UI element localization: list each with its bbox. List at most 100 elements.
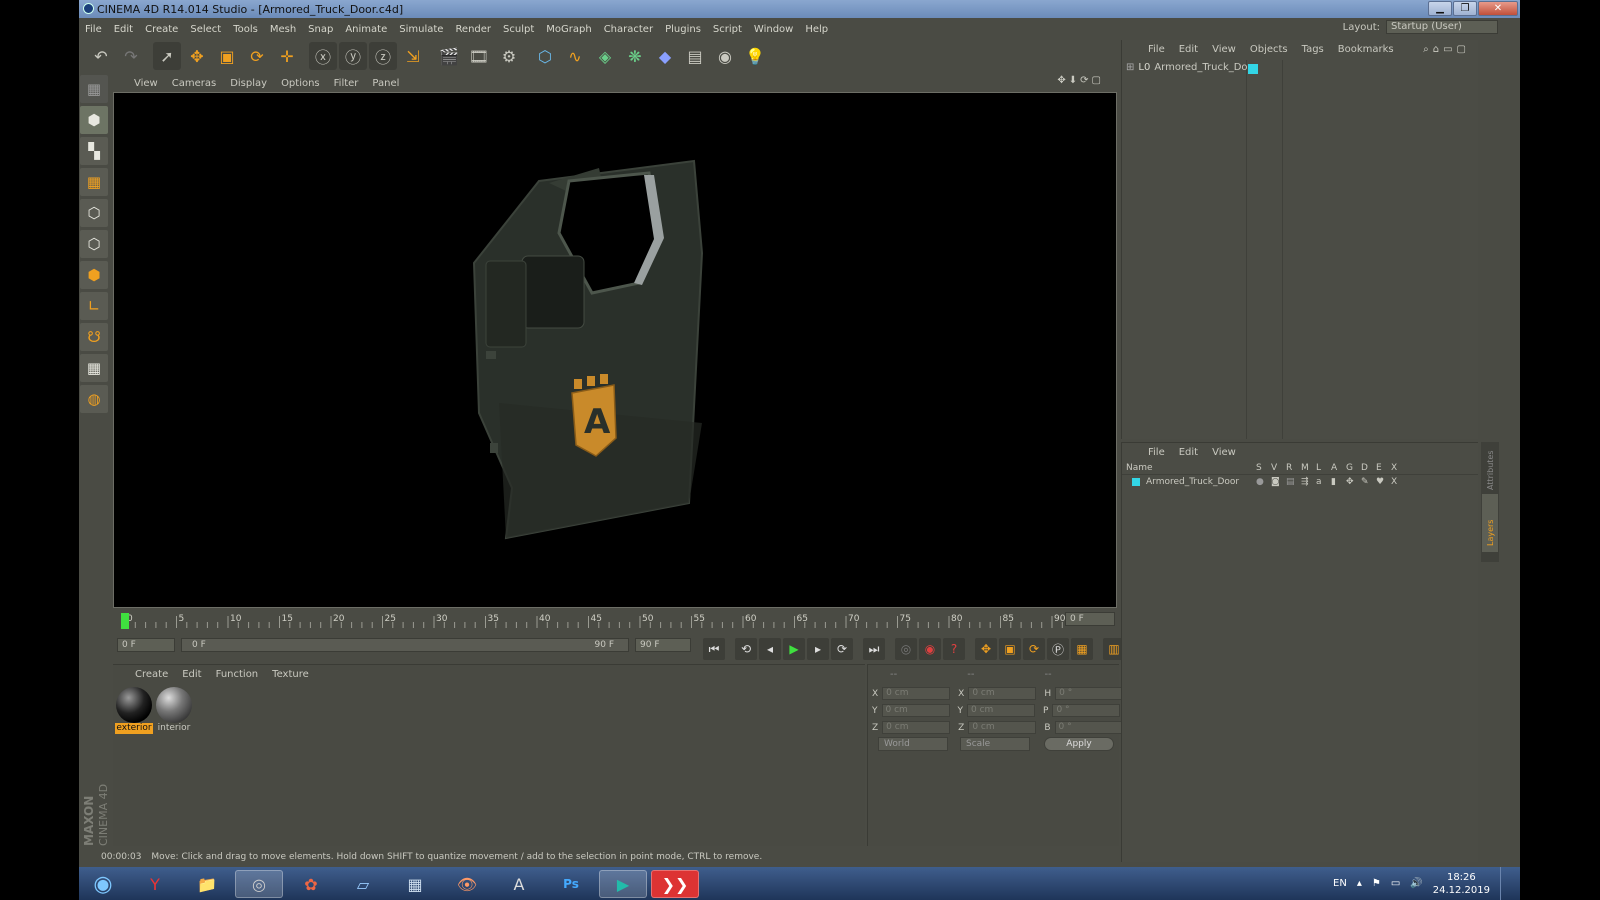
menu-help[interactable]: Help <box>805 24 828 35</box>
menu-character[interactable]: Character <box>604 24 653 35</box>
yandex-browser-icon[interactable]: Y <box>131 870 179 898</box>
material-exterior[interactable]: exterior <box>115 687 153 735</box>
current-frame-field[interactable]: 0 F <box>1065 612 1115 626</box>
points-mode-icon[interactable]: ⬡ <box>80 199 108 227</box>
floor-icon[interactable]: ▤ <box>681 42 709 70</box>
viewport-menu-cameras[interactable]: Cameras <box>172 78 216 89</box>
position-y-field[interactable]: 0 cm <box>881 704 950 717</box>
media-app-icon[interactable]: ▶ <box>599 870 647 898</box>
play-icon[interactable]: ▶ <box>783 638 805 660</box>
render-settings-icon[interactable]: ⚙ <box>495 42 523 70</box>
size-x-field[interactable]: 0 cm <box>968 687 1037 700</box>
menu-script[interactable]: Script <box>713 24 742 35</box>
notes-app-icon[interactable]: ▱ <box>339 870 387 898</box>
animation-toggle-icon[interactable]: ▮ <box>1331 477 1346 487</box>
xref-toggle-icon[interactable]: X <box>1391 477 1406 487</box>
previous-frame-icon[interactable]: ◂ <box>759 638 781 660</box>
viewport-menu-options[interactable]: Options <box>281 78 320 89</box>
coordinate-system-icon[interactable]: ⇲ <box>399 42 427 70</box>
end-frame-field[interactable]: 90 F <box>635 638 691 652</box>
next-key-icon[interactable]: ⟳ <box>831 638 853 660</box>
record-scale-icon[interactable]: ▣ <box>999 638 1021 660</box>
network-icon[interactable]: ▭ <box>1391 878 1400 889</box>
size-y-field[interactable]: 0 cm <box>967 704 1035 717</box>
spline-pen-icon[interactable]: ∿ <box>561 42 589 70</box>
record-rotation-icon[interactable]: ⟳ <box>1023 638 1045 660</box>
record-parameter-icon[interactable]: Ⓟ <box>1047 638 1069 660</box>
edges-mode-icon[interactable]: ⬡ <box>80 230 108 258</box>
search-icon[interactable]: ⌕⌂▭▢ <box>1423 44 1470 55</box>
go-to-end-icon[interactable]: ⏭ <box>863 638 885 660</box>
layers-menu-edit[interactable]: Edit <box>1179 447 1198 458</box>
texture-mode-icon[interactable]: ▚ <box>80 137 108 165</box>
z-axis-lock-icon[interactable]: ⓩ <box>369 42 397 70</box>
layout-dropdown[interactable]: Startup (User) <box>1386 20 1498 34</box>
render-view-icon[interactable]: 🎬 <box>435 42 463 70</box>
move-tool-icon[interactable]: ✥ <box>183 42 211 70</box>
layer-color-swatch[interactable] <box>1248 64 1258 74</box>
record-point-level-icon[interactable]: ▦ <box>1071 638 1093 660</box>
menu-sculpt[interactable]: Sculpt <box>503 24 534 35</box>
render-toggle-icon[interactable]: ▤ <box>1286 477 1301 487</box>
anydesk-icon[interactable]: ❯❯ <box>651 870 699 898</box>
next-frame-icon[interactable]: ▸ <box>807 638 829 660</box>
y-axis-lock-icon[interactable]: ⓨ <box>339 42 367 70</box>
menu-snap[interactable]: Snap <box>308 24 333 35</box>
keyframe-selection-icon[interactable]: ? <box>943 638 965 660</box>
go-to-start-icon[interactable]: ⏮ <box>703 638 725 660</box>
generators-toggle-icon[interactable]: ✥ <box>1346 477 1361 487</box>
object-item[interactable]: ⊞ L0 Armored_Truck_Door <box>1122 60 1258 75</box>
menu-simulate[interactable]: Simulate <box>399 24 443 35</box>
layer-color-swatch[interactable] <box>1132 478 1140 486</box>
polygons-mode-icon[interactable]: ⬢ <box>80 261 108 289</box>
viewport-menu-filter[interactable]: Filter <box>334 78 359 89</box>
timeline-playhead[interactable] <box>121 613 129 629</box>
tray-expand-icon[interactable]: ▴ <box>1357 878 1362 889</box>
menu-tools[interactable]: Tools <box>233 24 258 35</box>
undo-icon[interactable]: ↶ <box>87 42 115 70</box>
objects-menu-bookmarks[interactable]: Bookmarks <box>1338 44 1394 55</box>
manager-toggle-icon[interactable]: ⇶ <box>1301 477 1316 487</box>
tweak-mode-icon[interactable]: ☋ <box>80 323 108 351</box>
objects-menu-view[interactable]: View <box>1212 44 1236 55</box>
objects-menu-tags[interactable]: Tags <box>1302 44 1324 55</box>
subdivision-surface-icon[interactable]: ◈ <box>591 42 619 70</box>
menu-window[interactable]: Window <box>754 24 793 35</box>
menu-plugins[interactable]: Plugins <box>665 24 701 35</box>
cube-primitive-icon[interactable]: ⬡ <box>531 42 559 70</box>
text-editor-icon[interactable]: A <box>495 870 543 898</box>
start-frame-field[interactable]: 0 F <box>117 638 175 652</box>
redo-icon[interactable]: ↷ <box>117 42 145 70</box>
layers-tab[interactable]: Layers <box>1486 520 1495 546</box>
material-menu-edit[interactable]: Edit <box>182 669 201 680</box>
calculator-icon[interactable]: ▦ <box>391 870 439 898</box>
viewer-app-icon[interactable]: 👁 <box>443 870 491 898</box>
solo-toggle-icon[interactable]: ● <box>1256 477 1271 487</box>
coordinate-mode-dropdown[interactable]: Scale <box>960 737 1030 751</box>
position-z-field[interactable]: 0 cm <box>882 721 951 734</box>
visible-toggle-icon[interactable]: ◙ <box>1271 477 1286 487</box>
photoshop-icon[interactable]: Ps <box>547 870 595 898</box>
light-icon[interactable]: 💡 <box>741 42 769 70</box>
autokey-icon[interactable]: ◉ <box>919 638 941 660</box>
menu-select[interactable]: Select <box>190 24 221 35</box>
preview-range-slider[interactable]: 0 F 90 F <box>181 638 629 652</box>
make-editable-icon[interactable]: ▦ <box>80 75 108 103</box>
3d-viewport[interactable]: A <box>113 92 1117 608</box>
objects-menu-file[interactable]: File <box>1148 44 1165 55</box>
apply-button[interactable]: Apply <box>1044 737 1114 751</box>
layer-row[interactable]: Armored_Truck_Door ● ◙ ▤ ⇶ a ▮ ✥ ✎ ♥ X <box>1122 475 1478 489</box>
action-center-icon[interactable]: ⚑ <box>1372 878 1381 889</box>
menu-animate[interactable]: Animate <box>345 24 387 35</box>
close-button[interactable]: ✕ <box>1478 1 1518 16</box>
material-interior[interactable]: interior <box>155 687 193 735</box>
object-name[interactable]: Armored_Truck_Door <box>1154 62 1257 73</box>
viewport-menu-view[interactable]: View <box>134 78 158 89</box>
show-desktop-button[interactable] <box>1500 867 1510 900</box>
cinema4d-taskbar-icon[interactable]: ◎ <box>235 870 283 898</box>
file-explorer-icon[interactable]: 📁 <box>183 870 231 898</box>
record-active-icon[interactable]: ◎ <box>895 638 917 660</box>
rotation-h-field[interactable]: 0 ° <box>1055 687 1124 700</box>
camera-icon[interactable]: ◉ <box>711 42 739 70</box>
size-z-field[interactable]: 0 cm <box>968 721 1037 734</box>
